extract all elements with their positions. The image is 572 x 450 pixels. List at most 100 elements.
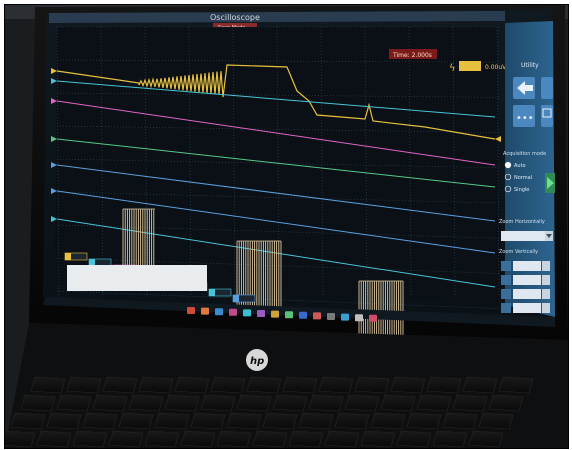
taskbar-app-icon [215, 308, 223, 316]
keyboard-key [432, 430, 468, 448]
title-bar [49, 11, 505, 23]
keyboard-key [272, 394, 308, 412]
taskbar-app-icon [355, 314, 363, 322]
keyboard-key [72, 430, 108, 448]
zoom-vertical-channel [501, 289, 511, 299]
keyboard-key [82, 412, 118, 430]
keyboard-key [46, 412, 82, 430]
keyboard-key [154, 412, 190, 430]
zoom-vertical-label: Zoom Vertically [499, 249, 538, 255]
keyboard-key [498, 376, 534, 394]
keyboard-key [56, 394, 92, 412]
keyboard-key [334, 412, 370, 430]
keyboard-key [138, 376, 174, 394]
keyboard-key [396, 430, 432, 448]
taskbar-app-icon [369, 314, 377, 322]
keyboard-key [108, 430, 144, 448]
taskbar-app-icon [257, 310, 265, 317]
time-readout: Time: 2.000s [392, 52, 432, 59]
keyboard-key [344, 394, 380, 412]
keyboard-key [426, 376, 462, 394]
keyboard-key [442, 412, 478, 430]
taskbar-app-icon [299, 311, 307, 319]
keyboard-key [354, 376, 390, 394]
taskbar-app-icon [187, 307, 195, 314]
taskbar-app-icon [327, 313, 335, 320]
zoom-vertical-select [513, 275, 541, 285]
utility-label: Utility [521, 62, 539, 69]
keyboard-key [416, 394, 452, 412]
zoom-vertical-channel [501, 261, 511, 271]
zoom-vertical-dropdown [542, 275, 550, 285]
acquisition-heading: Acquisition mode [503, 151, 546, 157]
keyboard-key [128, 394, 164, 412]
taskbar-app-icon [285, 311, 293, 319]
taskbar-app-icon [271, 310, 279, 318]
keyboard-key [66, 376, 102, 394]
keyboard-key [118, 412, 154, 430]
keyboard-key [406, 412, 442, 430]
channel-chip-swatch [65, 253, 71, 260]
utility-button-2[interactable] [541, 77, 553, 99]
laptop-oscilloscope-photo: Oscilloscope Scan Mode Time: 2.000s 0.00… [5, 5, 568, 448]
keyboard-key [478, 412, 514, 430]
zoom-vertical-channel [501, 303, 511, 313]
keyboard-key [30, 376, 66, 394]
keyboard-key [20, 394, 56, 412]
keyboard-key [216, 430, 252, 448]
taskbar-app-icon [229, 308, 237, 316]
keyboard-key [282, 376, 318, 394]
keyboard-key [390, 376, 426, 394]
zoom-horizontal-select[interactable] [501, 231, 545, 241]
acquisition-option-label: Normal [514, 175, 532, 181]
keyboard-key [164, 394, 200, 412]
taskbar-app-icon [243, 309, 251, 317]
zoom-vertical-dropdown [542, 289, 550, 299]
keyboard-key [452, 394, 488, 412]
zoom-vertical-dropdown [542, 303, 550, 313]
keyboard-key [92, 394, 128, 412]
keyboard-key [298, 412, 334, 430]
taskbar-app-icon [313, 312, 321, 320]
app-title: Oscilloscope [210, 13, 260, 22]
keyboard-key [210, 376, 246, 394]
keyboard-key [102, 376, 138, 394]
keyboard-key [252, 430, 288, 448]
acquisition-option-label: Auto [514, 163, 526, 169]
keyboard-key [288, 430, 324, 448]
zoom-horizontal-label: Zoom Horizontally [499, 219, 545, 225]
keyboard-key [174, 376, 210, 394]
keyboard-key [36, 430, 72, 448]
trigger-level-readout: 0.00uV [485, 64, 507, 71]
channel-chip-swatch [89, 259, 95, 266]
zoom-vertical-dropdown [542, 261, 550, 271]
trigger-level-bg [459, 61, 481, 71]
keyboard-key [462, 376, 498, 394]
zoom-vertical-select [513, 261, 541, 271]
keyboard-key [236, 394, 272, 412]
zoom-vertical-select [513, 303, 541, 313]
zoom-vertical-channel [501, 275, 511, 285]
taskbar-app-icon [341, 313, 349, 321]
keyboard-key [262, 412, 298, 430]
hp-logo-text: hp [250, 356, 264, 367]
input-box [67, 265, 207, 291]
keyboard-key [10, 412, 46, 430]
keyboard-key [226, 412, 262, 430]
zoom-vertical-select [513, 289, 541, 299]
keyboard-key [370, 412, 406, 430]
acquisition-radio [504, 161, 512, 169]
keyboard-key [308, 394, 344, 412]
keyboard-key [488, 394, 524, 412]
keyboard-key [360, 430, 396, 448]
acquisition-option-label: Single [514, 187, 529, 193]
channel-chip-swatch [209, 289, 215, 296]
keyboard-key [380, 394, 416, 412]
ellipsis-icon: ••• [516, 113, 534, 124]
keyboard-key [468, 430, 504, 448]
keyboard-key [5, 430, 36, 448]
keyboard-key [180, 430, 216, 448]
trigger-icon: ϟ [449, 63, 456, 74]
keyboard-key [324, 430, 360, 448]
photo-frame: Oscilloscope Scan Mode Time: 2.000s 0.00… [4, 4, 569, 449]
